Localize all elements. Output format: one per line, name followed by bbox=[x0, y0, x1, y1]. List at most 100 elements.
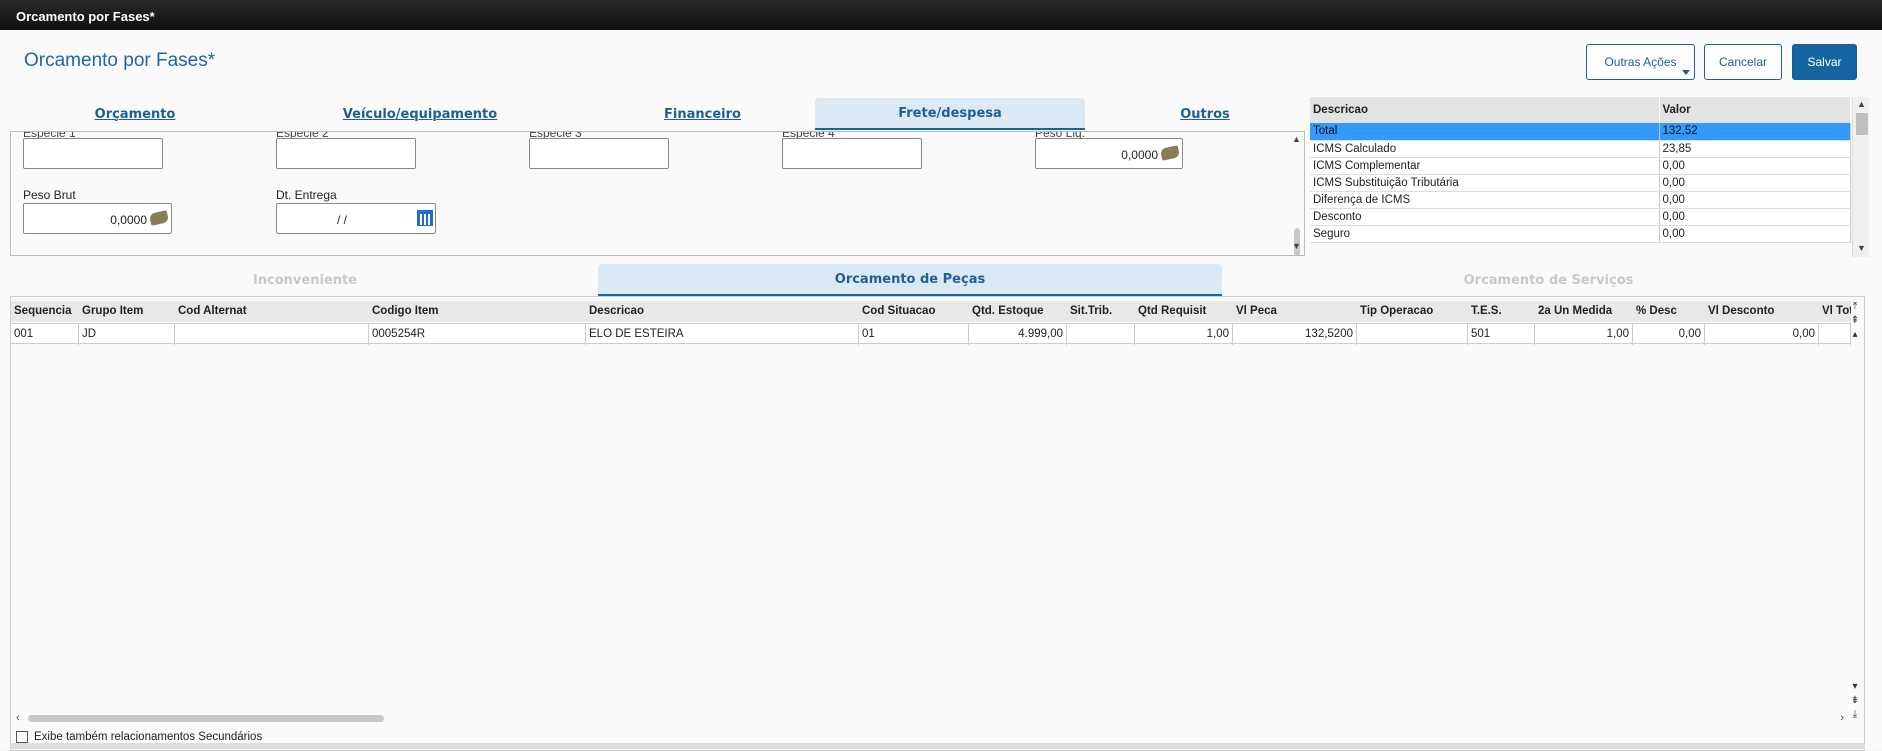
frete-despesa-form: Especie 1 Especie 2 Especie 3 Especie 4 … bbox=[10, 131, 1305, 256]
scroll-down-icon[interactable]: ▼ bbox=[1292, 241, 1301, 251]
col-header[interactable]: Qtd. Estoque bbox=[969, 301, 1067, 322]
col-header[interactable]: Tip Operacao bbox=[1357, 301, 1468, 322]
col-header[interactable]: % Desc bbox=[1633, 301, 1705, 322]
table-cell: 001 bbox=[11, 324, 79, 345]
save-button[interactable]: Salvar bbox=[1792, 44, 1857, 80]
summary-scrollbar[interactable]: ▲ ▼ bbox=[1852, 97, 1869, 257]
summary-cell: Seguro bbox=[1310, 225, 1660, 243]
form-scrollbar[interactable]: ▲ ▼ bbox=[1290, 132, 1304, 255]
scroll-down-icon[interactable]: ▼ bbox=[1857, 243, 1866, 253]
summary-header-valor: Valor bbox=[1659, 97, 1851, 123]
scroll-up-icon[interactable]: ▴ bbox=[1849, 328, 1861, 342]
top-tabs: Orçamento Veículo/equipamento Financeiro… bbox=[10, 98, 1302, 132]
scroll-up-icon[interactable]: ▲ bbox=[1292, 134, 1301, 144]
col-header[interactable]: Cod Alternat bbox=[175, 301, 369, 322]
money-icon[interactable] bbox=[148, 210, 170, 226]
table-row[interactable]: 001 JD 0005254R ELO DE ESTEIRA 01 4.999,… bbox=[11, 323, 1851, 345]
bottom-divider bbox=[10, 743, 1865, 749]
table-cell bbox=[1819, 324, 1851, 345]
peso-brut-field[interactable]: 0,0000 bbox=[23, 203, 172, 234]
summary-row[interactable]: ICMS Substituição Tributária 0,00 bbox=[1310, 174, 1851, 192]
scroll-down-icon[interactable]: ▾ bbox=[1849, 680, 1861, 694]
col-header[interactable]: 2a Un Medida bbox=[1535, 301, 1633, 322]
col-header[interactable]: Qtd Requisit bbox=[1135, 301, 1233, 322]
secondary-relations-checkbox[interactable] bbox=[16, 731, 28, 743]
col-header[interactable]: Descricao bbox=[586, 301, 859, 322]
scroll-thumb[interactable] bbox=[28, 715, 384, 722]
table-cell: 1,00 bbox=[1535, 324, 1633, 345]
col-header[interactable]: T.E.S. bbox=[1468, 301, 1535, 322]
table-cell bbox=[175, 324, 369, 345]
scroll-left-icon[interactable]: ‹ bbox=[16, 712, 20, 724]
last-row-icon[interactable]: ⤓ bbox=[1849, 708, 1861, 722]
summary-row[interactable]: Seguro 0,00 bbox=[1310, 225, 1851, 243]
save-label: Salvar bbox=[1807, 55, 1842, 69]
scroll-thumb[interactable] bbox=[1856, 113, 1868, 135]
summary-cell: 0,00 bbox=[1659, 174, 1851, 192]
page-title: Orcamento por Fases* bbox=[24, 50, 216, 71]
col-header[interactable]: Codigo Item bbox=[369, 301, 586, 322]
summary-cell: Diferença de ICMS bbox=[1310, 191, 1660, 209]
peso-liq-field[interactable]: 0,0000 bbox=[1035, 138, 1183, 169]
tab-outros[interactable]: Outros bbox=[1085, 98, 1325, 130]
tab-orcamento-servicos[interactable]: Orcamento de Serviços bbox=[1222, 264, 1875, 296]
table-cell bbox=[1357, 324, 1468, 345]
grid-header-row: Sequencia Grupo Item Cod Alternat Codigo… bbox=[11, 301, 1851, 322]
table-cell: ELO DE ESTEIRA bbox=[586, 324, 859, 345]
summary-cell: 0,00 bbox=[1659, 208, 1851, 226]
summary-cell: 0,00 bbox=[1659, 225, 1851, 243]
summary-cell: Desconto bbox=[1310, 208, 1660, 226]
scroll-up-icon[interactable]: ▲ bbox=[1857, 99, 1866, 109]
table-cell: 01 bbox=[859, 324, 969, 345]
tab-financeiro[interactable]: Financeiro bbox=[580, 98, 825, 130]
summary-row[interactable]: Desconto 0,00 bbox=[1310, 208, 1851, 226]
tab-inconveniente[interactable]: Inconveniente bbox=[10, 264, 600, 296]
table-cell: 0,00 bbox=[1705, 324, 1819, 345]
tab-frete-despesa[interactable]: Frete/despesa bbox=[815, 98, 1085, 130]
app-body: Orcamento por Fases* Outras Ações Cancel… bbox=[0, 30, 1882, 751]
other-actions-button[interactable]: Outras Ações bbox=[1586, 44, 1695, 80]
tab-veiculo-equipamento[interactable]: Veículo/equipamento bbox=[260, 98, 580, 130]
summary-row[interactable]: ICMS Calculado 23,85 bbox=[1310, 140, 1851, 158]
table-cell: 0,00 bbox=[1633, 324, 1705, 345]
peso-brut-label: Peso Brut bbox=[23, 188, 76, 202]
especie1-field[interactable] bbox=[23, 138, 163, 169]
grid-horizontal-scrollbar[interactable]: ‹ › bbox=[16, 711, 1844, 725]
col-header[interactable]: Vl Peca bbox=[1233, 301, 1357, 322]
col-header[interactable]: Grupo Item bbox=[79, 301, 175, 322]
table-cell bbox=[1067, 324, 1135, 345]
peso-liq-value: 0,0000 bbox=[1121, 148, 1158, 162]
tab-orcamento[interactable]: Orçamento bbox=[10, 98, 260, 130]
summary-cell: ICMS Complementar bbox=[1310, 157, 1660, 175]
calendar-icon[interactable] bbox=[417, 210, 433, 226]
col-header[interactable]: Sit.Trib. bbox=[1067, 301, 1135, 322]
especie3-field[interactable] bbox=[529, 138, 669, 169]
dt-entrega-value: / / bbox=[337, 213, 348, 227]
middle-tabs: Inconveniente Orcamento de Peças Orcamen… bbox=[10, 264, 1875, 296]
dt-entrega-field[interactable]: / / bbox=[276, 203, 436, 234]
scroll-right-icon[interactable]: › bbox=[1840, 712, 1844, 724]
page-down-icon[interactable]: ⇟ bbox=[1849, 694, 1861, 708]
summary-cell: 23,85 bbox=[1659, 140, 1851, 158]
col-header[interactable]: Vl Tot bbox=[1819, 301, 1851, 322]
col-header[interactable]: Vl Desconto bbox=[1705, 301, 1819, 322]
cancel-button[interactable]: Cancelar bbox=[1704, 44, 1782, 80]
cancel-label: Cancelar bbox=[1718, 55, 1768, 69]
other-actions-label: Outras Ações bbox=[1604, 55, 1677, 69]
summary-cell: 0,00 bbox=[1659, 191, 1851, 209]
money-icon[interactable] bbox=[1159, 145, 1181, 161]
especie2-field[interactable] bbox=[276, 138, 416, 169]
summary-cell: ICMS Substituição Tributária bbox=[1310, 174, 1660, 192]
page-up-icon[interactable]: ⇞ bbox=[1849, 314, 1861, 328]
first-row-icon[interactable]: ⤒ bbox=[1849, 300, 1861, 314]
col-header[interactable]: Cod Situacao bbox=[859, 301, 969, 322]
summary-row[interactable]: ICMS Complementar 0,00 bbox=[1310, 157, 1851, 175]
summary-row[interactable]: Total 132,52 bbox=[1310, 123, 1851, 141]
especie4-field[interactable] bbox=[782, 138, 922, 169]
tab-orcamento-pecas[interactable]: Orcamento de Peças bbox=[598, 264, 1222, 296]
summary-cell: Total bbox=[1310, 123, 1660, 141]
summary-cell: 132,52 bbox=[1659, 123, 1851, 141]
summary-row[interactable]: Diferença de ICMS 0,00 bbox=[1310, 191, 1851, 209]
summary-header-descricao: Descricao bbox=[1310, 97, 1660, 123]
col-header[interactable]: Sequencia bbox=[11, 301, 79, 322]
